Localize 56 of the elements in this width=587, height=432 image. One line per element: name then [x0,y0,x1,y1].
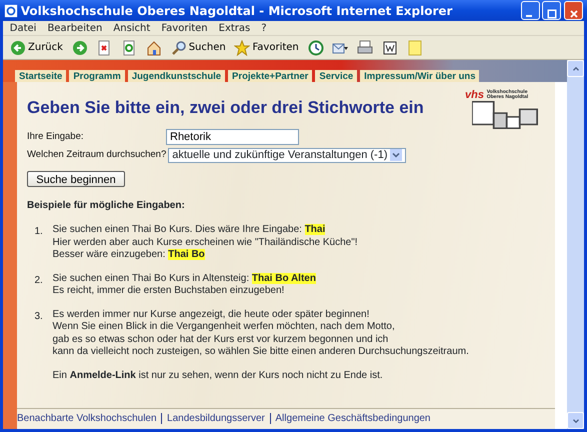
maximize-button[interactable] [542,1,562,20]
history-icon [308,40,324,56]
footer-link[interactable]: Landesbildungsserver [167,411,265,426]
note-text: Ein Anmelde-Link ist nur zu sehen, wenn der Kurs noch nicht zu Ende ist. [52,370,384,382]
search-button[interactable]: Suchen [168,36,229,58]
favorites-icon [234,40,250,56]
list-number: 1. [34,225,44,239]
examples-title: Beispiele für mögliche Eingaben: [27,199,186,213]
nav-tab[interactable]: Startseite [15,70,66,82]
nav-tab[interactable]: Jugendkunstschule [128,70,226,82]
scroll-down-button[interactable] [567,412,584,429]
back-icon [10,40,26,56]
field-label: Welchen Zeitraum durchsuchen? [27,148,166,162]
example-text: Sie suchen einen Thai Bo Kurs in Altensteig: Thai Bo Alten [52,272,316,285]
nav-tab[interactable]: Projekte+Partner [228,70,312,82]
cubes-drawing [472,101,538,129]
close-icon [568,8,580,20]
example-text: Es werden immer nur Kurse angezeigt, die heute oder später beginnen! [52,308,370,321]
forward-icon [72,40,88,56]
stop-icon [96,40,112,56]
menu-item[interactable]: Ansicht [110,20,154,36]
footer-link[interactable]: Benachbarte Volkshochschulen [17,411,157,426]
scroll-up-button[interactable] [567,60,584,77]
menu-item[interactable]: Datei [7,20,40,36]
nav-tab[interactable]: Programm [69,70,125,82]
page-heading: Geben Sie bitte ein, zwei oder drei Stichworte ein [27,98,424,118]
window-title: Volkshochschule Oberes Nagoldtal - Microsoft Internet Explorer [20,2,454,20]
example-text: Es reicht, immer die ersten Buchstaben einzugeben! [52,285,286,298]
example-text: gab es so etwas schon oder hat der Kurs erst vor kurzem begonnen und ich [52,334,390,346]
minimize-icon [526,15,532,17]
menu-item[interactable]: Bearbeiten [44,20,106,36]
period-dropdown[interactable]: aktuelle und zukünftige Veranstaltungen (-1) [168,148,406,163]
logo-text: vhs [465,90,484,101]
print-icon [357,40,374,56]
example-text: kann da vielleicht noch zusteigen, so wählen Sie bitte einen anderen Durchsuchungszeitraum. [52,346,469,358]
example-text: Hier werden aber auch Kurse erscheinen wie "Thailändische Küche"! [52,236,358,249]
field-label: Ihre Eingabe: [27,130,85,144]
close-button[interactable] [564,1,583,20]
minimize-button[interactable] [520,1,540,20]
nav-tab[interactable]: Impressum/Wir über uns [360,70,480,82]
back-button[interactable]: Zurück [7,36,66,58]
example-text: Besser wäre einzugeben: Thai Bo [52,249,206,262]
list-number: 3. [34,310,44,324]
search-icon [170,40,187,56]
menu-item[interactable]: ? [258,20,270,36]
menu-item[interactable]: Extras [216,20,253,36]
footer-link[interactable]: Allgemeine Geschäftsbedingungen [275,411,430,426]
search-button[interactable]: Suche beginnen [27,171,125,187]
example-text: Wenn Sie einen Blick in die Vergangenheit werfen möchten, nach dem Motto, [52,321,396,334]
nav-tab[interactable]: Service [315,70,358,82]
favorites-button[interactable]: Favoriten [231,36,302,58]
maximize-icon [546,8,558,20]
menu-item[interactable]: Favoriten [158,20,210,36]
home-icon [146,40,162,56]
search-field[interactable]: Rhetorik [166,129,299,145]
list-number: 2. [34,274,44,288]
